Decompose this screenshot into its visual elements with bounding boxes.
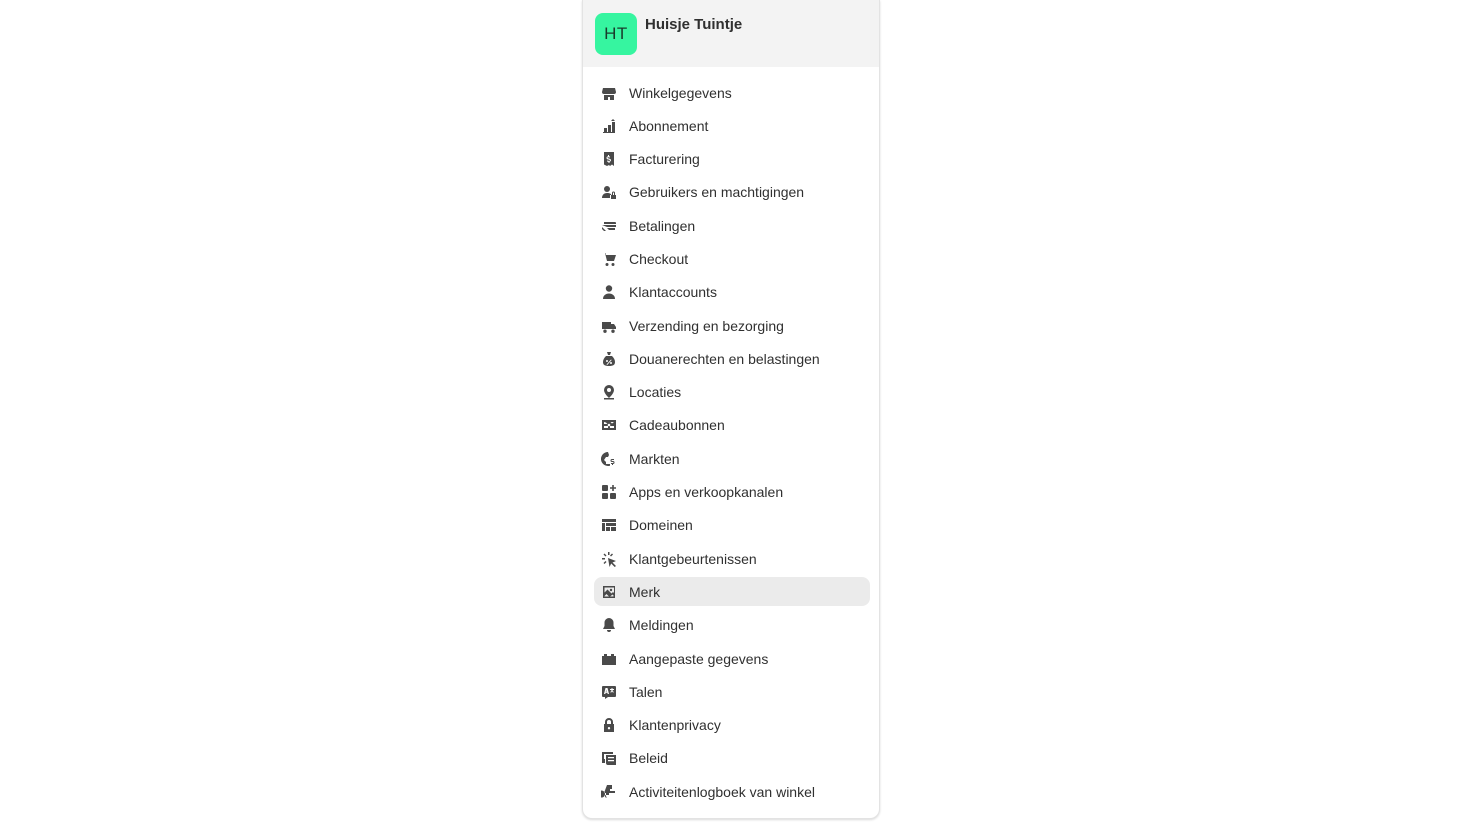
bell-icon: [601, 617, 617, 633]
nav-item-merk[interactable]: Merk: [594, 577, 870, 607]
nav-item-apps-en-verkoopkanalen[interactable]: Apps en verkoopkanalen: [594, 478, 870, 507]
nav-item-label: Markten: [629, 450, 680, 467]
nav-item-klantaccounts[interactable]: Klantaccounts: [594, 278, 870, 307]
nav-item-douanerechten-en-belastingen[interactable]: Douanerechten en belastingen: [594, 344, 870, 373]
nav-item-label: Domeinen: [629, 517, 693, 534]
store-avatar: HT: [595, 13, 637, 55]
nav-item-label: Verzending en bezorging: [629, 317, 784, 334]
cart-icon: [601, 251, 617, 267]
truck-icon: [601, 318, 617, 334]
nav-item-label: Facturering: [629, 151, 700, 168]
nav-item-betalingen[interactable]: Betalingen: [594, 211, 870, 240]
plan-icon: [601, 118, 617, 134]
nav-item-label: Klantgebeurtenissen: [629, 550, 757, 567]
nav-item-label: Aangepaste gegevens: [629, 650, 769, 667]
nav-item-label: Winkelgegevens: [629, 84, 732, 101]
nav-item-label: Cadeaubonnen: [629, 417, 725, 434]
nav-item-facturering[interactable]: Facturering: [594, 145, 870, 174]
nav-item-cadeaubonnen[interactable]: Cadeaubonnen: [594, 411, 870, 440]
nav-item-domeinen[interactable]: Domeinen: [594, 511, 870, 540]
store-header[interactable]: HT Huisje Tuintje: [583, 0, 879, 67]
person-icon: [601, 284, 617, 300]
nav-item-winkelgegevens[interactable]: Winkelgegevens: [594, 78, 870, 107]
nav-item-activiteitenlogboek-van-winkel[interactable]: Activiteitenlogboek van winkel: [594, 777, 870, 806]
nav-item-verzending-en-bezorging[interactable]: Verzending en bezorging: [594, 311, 870, 340]
billing-icon: [601, 151, 617, 167]
nav-item-abonnement[interactable]: Abonnement: [594, 111, 870, 140]
nav-item-label: Activiteitenlogboek van winkel: [629, 783, 815, 800]
language-icon: [601, 684, 617, 700]
nav-item-label: Merk: [629, 583, 661, 600]
nav-item-label: Abonnement: [629, 117, 709, 134]
nav-item-label: Douanerechten en belastingen: [629, 350, 820, 367]
apps-icon: [601, 484, 617, 500]
nav-item-gebruikers-en-machtigingen[interactable]: Gebruikers en machtigingen: [594, 178, 870, 207]
activity-log-icon: [601, 784, 617, 800]
gift-card-icon: [601, 417, 617, 433]
nav-item-markten[interactable]: Markten: [594, 444, 870, 473]
nav-item-label: Checkout: [629, 250, 689, 267]
nav-item-checkout[interactable]: Checkout: [594, 244, 870, 273]
nav-item-label: Apps en verkoopkanalen: [629, 484, 784, 501]
nav-item-talen[interactable]: Talen: [594, 677, 870, 706]
cursor-click-icon: [601, 551, 617, 567]
settings-nav: Winkelgegevens Abonnement Facturering Gebru…: [594, 78, 870, 811]
brand-icon: [601, 584, 617, 600]
nav-item-label: Beleid: [629, 750, 668, 767]
nav-item-label: Klantenprivacy: [629, 717, 721, 734]
nav-item-locaties[interactable]: Locaties: [594, 378, 870, 407]
nav-item-klantenprivacy[interactable]: Klantenprivacy: [594, 711, 870, 740]
nav-item-label: Gebruikers en machtigingen: [629, 184, 805, 201]
policy-icon: [601, 750, 617, 766]
store-name: Huisje Tuintje: [645, 16, 743, 33]
nav-item-meldingen[interactable]: Meldingen: [594, 611, 870, 640]
settings-panel: HT Huisje Tuintje Winkelgegevens Abonneme…: [582, 0, 880, 819]
nav-item-label: Betalingen: [629, 217, 696, 234]
store-icon: [601, 85, 617, 101]
location-icon: [601, 384, 617, 400]
payments-icon: [601, 218, 617, 234]
metafields-icon: [601, 651, 617, 667]
tax-icon: [601, 351, 617, 367]
globe-icon: [601, 451, 617, 467]
nav-item-label: Locaties: [629, 384, 682, 401]
nav-item-label: Meldingen: [629, 617, 694, 634]
lock-icon: [601, 717, 617, 733]
nav-item-label: Talen: [629, 683, 663, 700]
nav-item-klantgebeurtenissen[interactable]: Klantgebeurtenissen: [594, 544, 870, 573]
nav-item-label: Klantaccounts: [629, 284, 717, 301]
domain-icon: [601, 517, 617, 533]
users-icon: [601, 184, 617, 200]
nav-item-beleid[interactable]: Beleid: [594, 744, 870, 773]
nav-item-aangepaste-gegevens[interactable]: Aangepaste gegevens: [594, 644, 870, 673]
